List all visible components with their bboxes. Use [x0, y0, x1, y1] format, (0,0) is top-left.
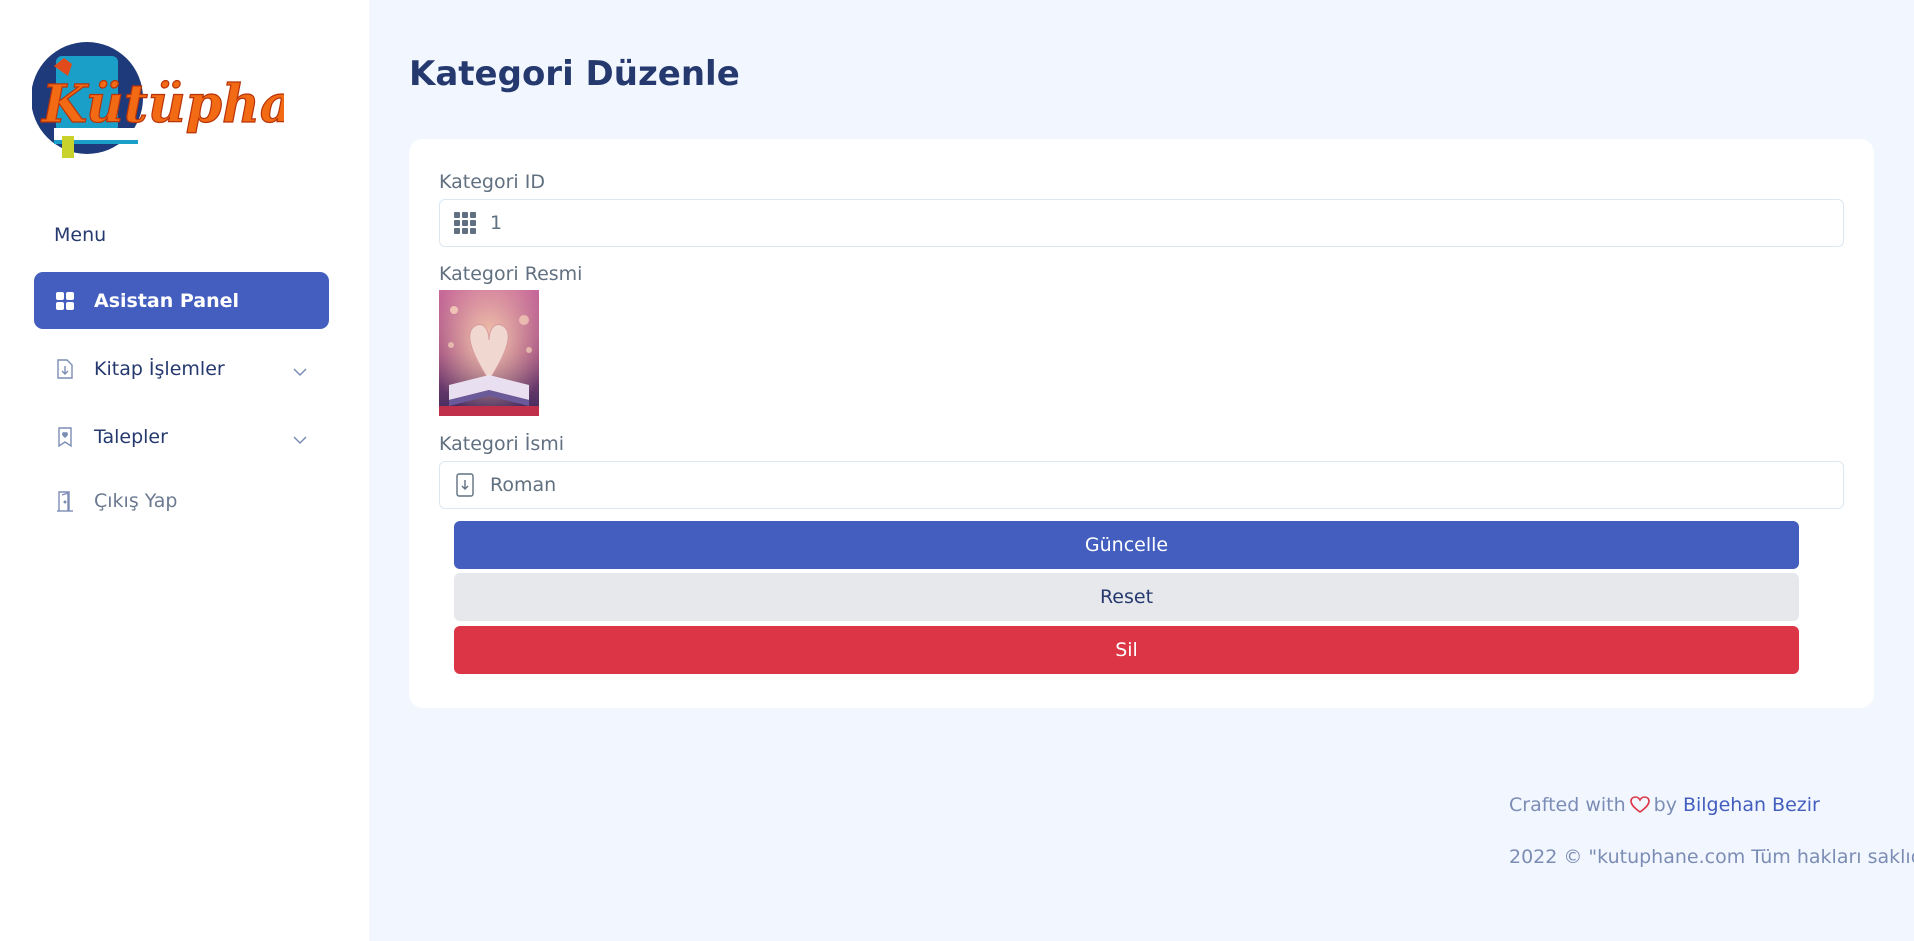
author-link[interactable]: Bilgehan Bezir	[1683, 794, 1820, 816]
sidebar-item-kitap-islemler[interactable]: Kitap İşlemler	[34, 340, 329, 397]
menu-title: Menu	[54, 224, 107, 246]
category-image	[439, 290, 539, 416]
file-arrow-down-icon	[440, 462, 490, 508]
logo-text: Kütüphane	[40, 74, 284, 135]
footer-credits: Crafted with by Bilgehan Bezir	[1509, 794, 1820, 816]
category-name-input[interactable]	[490, 462, 1843, 508]
chevron-down-icon	[293, 360, 307, 382]
category-id-label: Kategori ID	[439, 171, 545, 193]
category-name-field	[439, 461, 1844, 509]
sidebar-item-cikis-yap[interactable]: Çıkış Yap	[34, 472, 329, 529]
page-title: Kategori Düzenle	[409, 54, 740, 94]
category-id-field	[439, 199, 1844, 247]
sidebar-item-label: Talepler	[94, 425, 168, 448]
category-name-label: Kategori İsmi	[439, 433, 565, 455]
category-id-input[interactable]	[490, 200, 1843, 246]
category-image-label: Kategori Resmi	[439, 263, 583, 285]
sidebar-item-talepler[interactable]: Talepler	[34, 408, 329, 465]
bookmark-heart-icon	[54, 426, 76, 448]
file-arrow-down-icon	[54, 358, 76, 380]
copyright-text: 2022 © "kutuphane.com Tüm hakları saklıd…	[1509, 846, 1914, 868]
sidebar-item-label: Çıkış Yap	[94, 489, 178, 512]
sidebar-item-label: Asistan Panel	[94, 289, 240, 312]
sidebar-item-label: Kitap İşlemler	[94, 357, 225, 380]
delete-button[interactable]: Sil	[454, 626, 1799, 674]
brand-logo[interactable]: Kütüphane	[31, 36, 365, 166]
grid-icon	[54, 290, 76, 312]
sidebar: Kütüphane Menu Asistan Panel Kitap İşlem…	[0, 0, 369, 941]
door-icon	[54, 490, 76, 512]
reset-button[interactable]: Reset	[454, 573, 1799, 621]
heart-icon	[1629, 796, 1650, 814]
edit-category-card: Kategori ID Kategori Resmi	[409, 139, 1874, 708]
update-button[interactable]: Güncelle	[454, 521, 1799, 569]
sidebar-item-asistan-panel[interactable]: Asistan Panel	[34, 272, 329, 329]
grid-3x3-icon	[440, 200, 490, 246]
by-text: by	[1653, 794, 1677, 816]
chevron-down-icon	[293, 428, 307, 450]
crafted-text: Crafted with	[1509, 794, 1626, 816]
